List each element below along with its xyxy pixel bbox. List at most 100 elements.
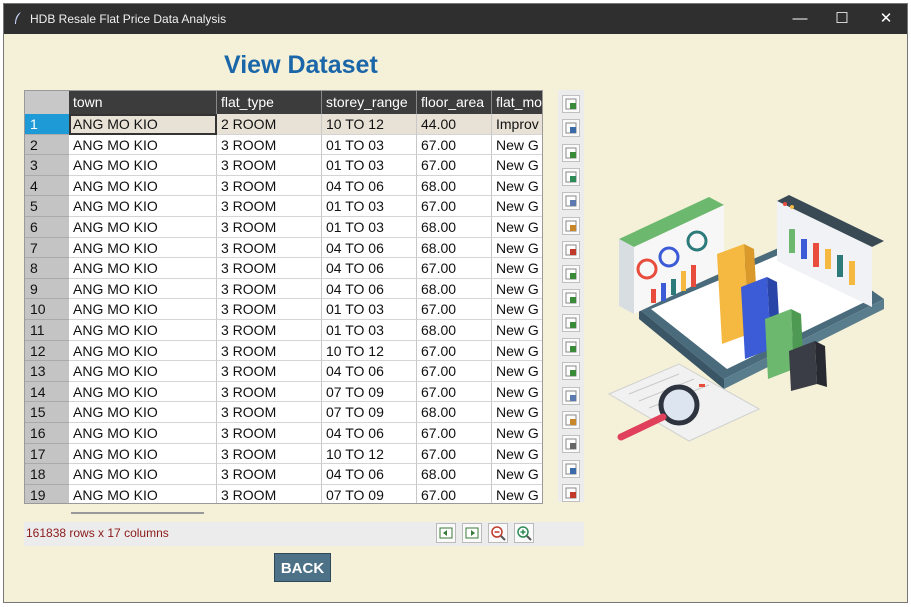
table-cell[interactable]: ANG MO KIO [69, 464, 217, 485]
table-cell[interactable]: 10 TO 12 [322, 340, 417, 362]
import-excel-icon[interactable] [562, 167, 580, 186]
table-cell[interactable]: 04 TO 06 [322, 175, 417, 197]
table-cell[interactable]: 3 ROOM [217, 134, 322, 156]
table-cell[interactable]: New G [492, 361, 542, 382]
table-cell[interactable]: New G [492, 484, 542, 503]
table-cell[interactable]: New G [492, 299, 542, 320]
row-header[interactable]: 11 [25, 320, 69, 341]
table-cell[interactable]: 3 ROOM [217, 258, 322, 279]
table-cell[interactable]: New G [492, 278, 542, 300]
merge-icon[interactable] [562, 289, 580, 308]
copy-icon[interactable] [562, 192, 580, 211]
row-header[interactable]: 15 [25, 402, 69, 423]
table-cell[interactable]: 67.00 [417, 134, 492, 156]
table-cell[interactable]: 67.00 [417, 361, 492, 382]
row-header[interactable]: 18 [25, 464, 69, 485]
close-button[interactable]: ✕ [864, 4, 907, 34]
table-cell[interactable]: 04 TO 06 [322, 464, 417, 485]
table-cell[interactable]: New G [492, 464, 542, 485]
table-cell[interactable]: ANG MO KIO [69, 278, 217, 300]
table-cell[interactable]: New G [492, 443, 542, 465]
zoom-out-icon[interactable] [488, 523, 508, 543]
table-cell[interactable]: New G [492, 134, 542, 156]
table-cell[interactable]: 67.00 [417, 443, 492, 465]
table-cell[interactable]: 67.00 [417, 423, 492, 444]
table-cell[interactable]: New G [492, 175, 542, 197]
table-cell[interactable]: 68.00 [417, 278, 492, 300]
column-header[interactable]: flat_mo [492, 91, 542, 114]
table-cell[interactable]: 04 TO 06 [322, 237, 417, 259]
table-cell[interactable]: ANG MO KIO [69, 237, 217, 259]
table-cell[interactable]: 3 ROOM [217, 381, 322, 403]
row-header[interactable]: 16 [25, 423, 69, 444]
table-cell[interactable]: 3 ROOM [217, 278, 322, 300]
table-cell[interactable]: 3 ROOM [217, 299, 322, 320]
plot-icon[interactable] [562, 240, 580, 259]
table-cell[interactable]: 68.00 [417, 320, 492, 341]
row-header[interactable]: 2 [25, 134, 69, 156]
table-cell[interactable]: New G [492, 402, 542, 423]
load-table-icon[interactable] [562, 95, 580, 113]
table-cell[interactable]: 3 ROOM [217, 402, 322, 423]
table-cell[interactable]: 67.00 [417, 196, 492, 217]
table-cell[interactable]: ANG MO KIO [69, 443, 217, 465]
table-cell[interactable]: 3 ROOM [217, 484, 322, 503]
table-cell[interactable]: New G [492, 217, 542, 238]
paste-icon[interactable] [562, 216, 580, 235]
table-cell[interactable]: 3 ROOM [217, 443, 322, 465]
row-header[interactable]: 9 [25, 278, 69, 300]
table-cell[interactable]: 68.00 [417, 464, 492, 485]
table-cell[interactable]: 68.00 [417, 217, 492, 238]
table-cell[interactable]: 67.00 [417, 484, 492, 503]
table-cell[interactable]: 3 ROOM [217, 464, 322, 485]
row-header[interactable]: 14 [25, 381, 69, 403]
table-cell[interactable]: 67.00 [417, 155, 492, 176]
zoom-in-icon[interactable] [514, 523, 534, 543]
table-cell[interactable]: ANG MO KIO [69, 258, 217, 279]
prev-page-icon[interactable] [436, 523, 456, 543]
table-cell[interactable]: 10 TO 12 [322, 114, 417, 135]
calculator-icon[interactable] [562, 435, 580, 454]
table-cell[interactable]: ANG MO KIO [69, 217, 217, 238]
row-header[interactable]: 3 [25, 155, 69, 176]
table-cell[interactable]: 07 TO 09 [322, 381, 417, 403]
table-cell[interactable]: 3 ROOM [217, 175, 322, 197]
table-cell[interactable]: 01 TO 03 [322, 155, 417, 176]
table-cell[interactable]: 67.00 [417, 381, 492, 403]
table-cell[interactable]: Improv [492, 114, 542, 135]
table-cell[interactable]: New G [492, 320, 542, 341]
row-header[interactable]: 5 [25, 196, 69, 217]
table-cell[interactable]: New G [492, 381, 542, 403]
table-cell[interactable]: New G [492, 155, 542, 176]
maximize-button[interactable]: ☐ [820, 4, 864, 34]
data-table[interactable]: town flat_type storey_range floor_area flat_… [24, 90, 543, 504]
table-cell[interactable]: 67.00 [417, 258, 492, 279]
table-cell[interactable]: ANG MO KIO [69, 423, 217, 444]
row-header[interactable]: 10 [25, 299, 69, 320]
table-cell[interactable]: 2 ROOM [217, 114, 322, 135]
row-header[interactable]: 6 [25, 217, 69, 238]
table-cell[interactable]: 68.00 [417, 175, 492, 197]
table-cell[interactable]: ANG MO KIO [69, 196, 217, 217]
table-cell[interactable]: ANG MO KIO [69, 320, 217, 341]
report-icon[interactable] [562, 483, 580, 502]
row-header[interactable]: 7 [25, 237, 69, 259]
table-cell[interactable]: 01 TO 03 [322, 320, 417, 341]
table-cell[interactable]: 3 ROOM [217, 237, 322, 259]
table-cell[interactable]: 01 TO 03 [322, 217, 417, 238]
table-cell[interactable]: ANG MO KIO [69, 299, 217, 320]
table-cell[interactable]: 04 TO 06 [322, 258, 417, 279]
join-icon[interactable] [562, 338, 580, 356]
table-cell[interactable]: 68.00 [417, 402, 492, 423]
table-cell[interactable]: 3 ROOM [217, 196, 322, 217]
row-header[interactable]: 8 [25, 258, 69, 279]
table-cell[interactable]: 3 ROOM [217, 361, 322, 382]
table-cell[interactable]: 68.00 [417, 237, 492, 259]
table-cell[interactable]: ANG MO KIO [69, 361, 217, 382]
table-cell[interactable]: 07 TO 09 [322, 484, 417, 503]
row-header[interactable]: 19 [25, 484, 69, 503]
column-header[interactable]: storey_range [322, 91, 417, 114]
table-cell[interactable]: 04 TO 06 [322, 361, 417, 382]
table-cell[interactable]: 3 ROOM [217, 320, 322, 341]
next-page-icon[interactable] [462, 523, 482, 543]
